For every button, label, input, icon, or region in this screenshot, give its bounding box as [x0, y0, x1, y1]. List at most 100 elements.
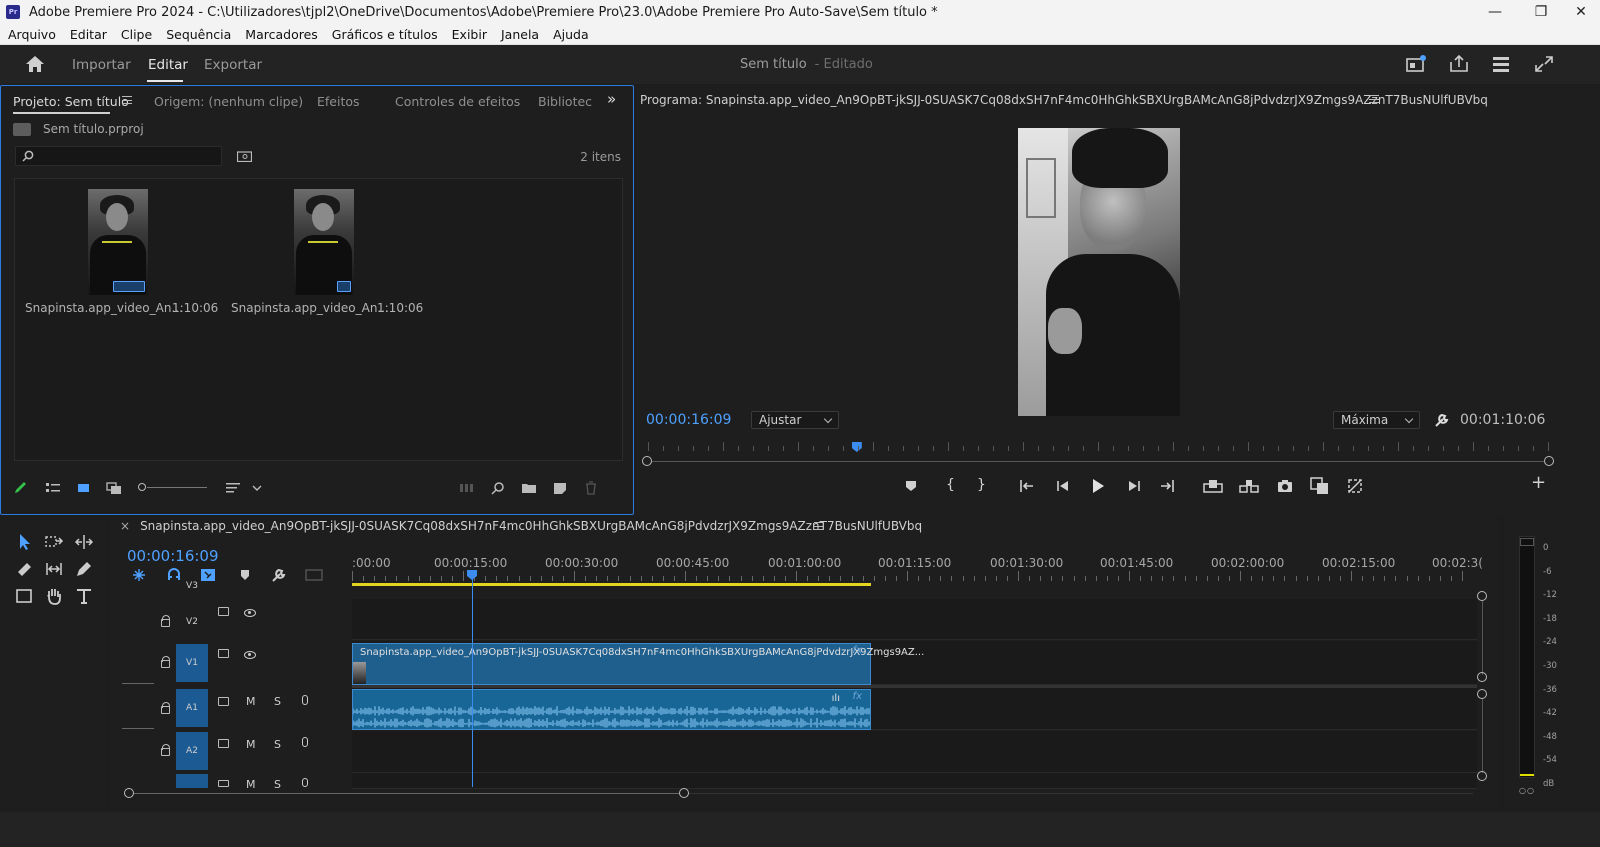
lock-icon[interactable] — [161, 702, 170, 714]
timeline-settings-wrench-icon[interactable] — [271, 568, 287, 582]
zoom-end-handle[interactable] — [1544, 456, 1554, 466]
track-a3[interactable] — [352, 773, 1477, 789]
quick-export-icon[interactable] — [1405, 54, 1427, 74]
video-zoom-handle[interactable] — [1477, 672, 1487, 682]
proxy-toggle-icon[interactable] — [1347, 478, 1363, 494]
lock-icon[interactable] — [161, 744, 170, 756]
ripple-edit-tool-icon[interactable] — [74, 532, 94, 552]
pen-tool-icon[interactable] — [74, 559, 94, 579]
new-item-icon[interactable] — [552, 481, 568, 495]
sequence-tab[interactable]: × Snapinsta.app_video_An9OpBT-jkSJJ-0SUAS… — [120, 519, 922, 533]
sync-lock-icon[interactable] — [218, 697, 229, 706]
microphone-icon[interactable] — [302, 778, 308, 787]
step-back-icon[interactable] — [1056, 479, 1070, 493]
eye-icon[interactable] — [244, 651, 256, 659]
audio-scrollbar[interactable] — [1482, 699, 1483, 773]
video-scrollbar[interactable] — [1482, 601, 1483, 675]
monitor-playhead[interactable] — [851, 442, 862, 452]
sync-lock-icon[interactable] — [218, 739, 229, 748]
home-icon[interactable] — [24, 55, 46, 73]
h-zoom-start-handle[interactable] — [124, 788, 134, 798]
play-icon[interactable] — [1091, 478, 1105, 494]
freeform-view-icon[interactable] — [106, 481, 122, 495]
solo-buttons[interactable]: ○○ — [1519, 786, 1535, 795]
monitor-menu-icon[interactable] — [1369, 95, 1379, 103]
rectangle-tool-icon[interactable] — [14, 586, 34, 606]
menu-clipe[interactable]: Clipe — [121, 27, 152, 42]
track-v2[interactable] — [352, 599, 1477, 640]
pencil-icon[interactable] — [13, 481, 29, 495]
list-view-icon[interactable] — [45, 481, 61, 495]
sequence-thumbnail[interactable] — [294, 189, 354, 295]
panel-menu-icon[interactable] — [122, 96, 132, 104]
clip-thumbnail[interactable] — [88, 189, 148, 295]
selection-tool-icon[interactable] — [14, 532, 34, 552]
eye-icon[interactable] — [244, 609, 256, 617]
playhead-timecode[interactable]: 00:00:16:09 — [646, 412, 731, 428]
find-bin-icon[interactable] — [237, 150, 252, 162]
lock-icon[interactable] — [161, 615, 170, 627]
zoom-slider-track[interactable] — [147, 487, 207, 488]
menu-editar[interactable]: Editar — [70, 27, 107, 42]
video-clip[interactable]: Snapinsta.app_video_An9OpBT-jkSJJ-0SUASK… — [352, 643, 924, 685]
horizontal-scrollbar[interactable] — [134, 793, 679, 794]
nest-icon[interactable] — [132, 568, 146, 582]
button-editor-plus-icon[interactable]: + — [1531, 474, 1546, 492]
workspaces-menu-icon[interactable] — [1490, 54, 1512, 74]
audio-zoom-handle[interactable] — [1477, 689, 1487, 699]
export-frame-icon[interactable] — [1277, 478, 1293, 494]
track-label-v3[interactable]: V3 — [176, 579, 208, 593]
add-marker-icon[interactable] — [904, 479, 918, 493]
comparison-view-icon[interactable] — [1310, 477, 1330, 495]
mark-out-icon[interactable]: } — [977, 478, 986, 492]
sync-lock-icon[interactable] — [218, 649, 229, 658]
share-icon[interactable] — [1448, 54, 1470, 74]
tab-controles-efeitos[interactable]: Controles de efeitos — [395, 94, 520, 109]
quality-dropdown[interactable]: Máxima — [1333, 411, 1420, 429]
track-label-v1[interactable]: V1 — [176, 644, 208, 682]
sync-lock-icon[interactable] — [218, 607, 229, 616]
solo-button[interactable]: S — [274, 778, 281, 791]
program-monitor-title[interactable]: Programa: Snapinsta.app_video_An9OpBT-jk… — [640, 93, 1488, 107]
find-icon[interactable] — [490, 481, 506, 495]
mute-button[interactable]: M — [246, 695, 256, 708]
tab-importar[interactable]: Importar — [72, 57, 131, 73]
mark-in-icon[interactable]: { — [946, 478, 955, 492]
go-to-in-icon[interactable] — [1019, 479, 1035, 493]
mute-button[interactable]: M — [246, 778, 256, 791]
go-to-out-icon[interactable] — [1159, 479, 1175, 493]
microphone-icon[interactable] — [302, 737, 308, 747]
audio-zoom-handle[interactable] — [1477, 771, 1487, 781]
track-label-v2[interactable]: V2 — [176, 603, 208, 641]
menu-arquivo[interactable]: Arquivo — [8, 27, 56, 42]
lock-icon[interactable] — [161, 656, 170, 668]
tab-origem[interactable]: Origem: (nenhum clipe) — [154, 94, 303, 109]
menu-marcadores[interactable]: Marcadores — [245, 27, 318, 42]
fit-dropdown[interactable]: Ajustar — [751, 411, 839, 429]
close-window-button[interactable]: ✕ — [1562, 0, 1600, 24]
chevron-down-icon[interactable] — [249, 481, 265, 495]
tab-efeitos[interactable]: Efeitos — [317, 94, 360, 109]
work-area-bar[interactable] — [352, 583, 871, 586]
menu-sequencia[interactable]: Sequência — [166, 27, 231, 42]
new-bin-icon[interactable] — [521, 481, 537, 495]
menu-graficos[interactable]: Gráficos e títulos — [332, 27, 438, 42]
menu-exibir[interactable]: Exibir — [452, 27, 487, 42]
lift-icon[interactable] — [1203, 478, 1223, 494]
more-tabs-icon[interactable]: » — [607, 90, 616, 108]
solo-button[interactable]: S — [274, 738, 281, 751]
tab-editar[interactable]: Editar — [148, 57, 188, 73]
fullscreen-icon[interactable] — [1533, 54, 1555, 74]
sort-icon[interactable] — [225, 481, 241, 495]
close-tab-icon[interactable]: × — [120, 519, 130, 533]
timeline-menu-icon[interactable] — [814, 522, 824, 530]
search-input[interactable] — [15, 146, 222, 166]
tab-exportar[interactable]: Exportar — [204, 57, 262, 73]
mute-button[interactable]: M — [246, 738, 256, 751]
hand-tool-icon[interactable] — [44, 586, 64, 606]
zoom-slider-handle[interactable] — [138, 483, 146, 491]
minimize-button[interactable]: — — [1472, 0, 1518, 24]
sync-lock-icon[interactable] — [218, 780, 229, 787]
menu-janela[interactable]: Janela — [501, 27, 539, 42]
track-label-a3[interactable] — [176, 774, 208, 788]
